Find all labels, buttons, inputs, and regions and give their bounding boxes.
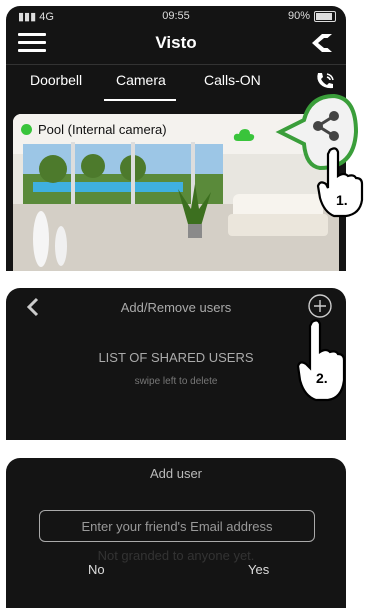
screen-title: Add/Remove users — [120, 300, 232, 315]
phone-call-icon[interactable] — [314, 70, 336, 92]
add-remove-users-screen: Add/Remove users LIST OF SHARED USERS sw… — [6, 288, 346, 440]
list-title: LIST OF SHARED USERS — [98, 350, 254, 365]
add-user-plus-icon[interactable] — [308, 294, 332, 318]
tap-hand-1: 1. — [316, 146, 366, 218]
share-icon[interactable] — [310, 110, 342, 142]
status-bar: ▮▮▮ 4G 09:55 90% — [6, 6, 346, 24]
battery-icon — [314, 10, 336, 22]
step-label-2: 2. — [316, 370, 328, 386]
email-input[interactable] — [39, 510, 315, 542]
background-status-text: Not granded to anyone yet. — [97, 548, 255, 563]
tab-doorbell[interactable]: Doorbell — [30, 72, 82, 88]
no-button[interactable]: No — [88, 562, 105, 577]
tap-hand-2: 2. — [296, 318, 348, 402]
swipe-hint: swipe left to delete — [134, 376, 218, 387]
tab-camera[interactable]: Camera — [116, 72, 166, 88]
active-tab-indicator — [104, 99, 176, 101]
step-label-1: 1. — [336, 192, 348, 208]
camera-name: Pool (Internal camera) — [38, 122, 167, 137]
app-logo-icon — [312, 34, 332, 52]
hand-pointer-icon — [296, 319, 346, 402]
app-title: Visto — [155, 33, 197, 52]
yes-button[interactable]: Yes — [248, 562, 269, 577]
divider — [6, 64, 346, 65]
online-status-dot — [21, 124, 32, 135]
dialog-title: Add user — [149, 466, 203, 481]
tab-calls-on[interactable]: Calls-ON — [204, 72, 261, 88]
add-user-dialog: Add user Not granded to anyone yet. No Y… — [6, 458, 346, 608]
cloud-icon — [233, 129, 255, 141]
battery-level: 90% — [287, 10, 310, 22]
